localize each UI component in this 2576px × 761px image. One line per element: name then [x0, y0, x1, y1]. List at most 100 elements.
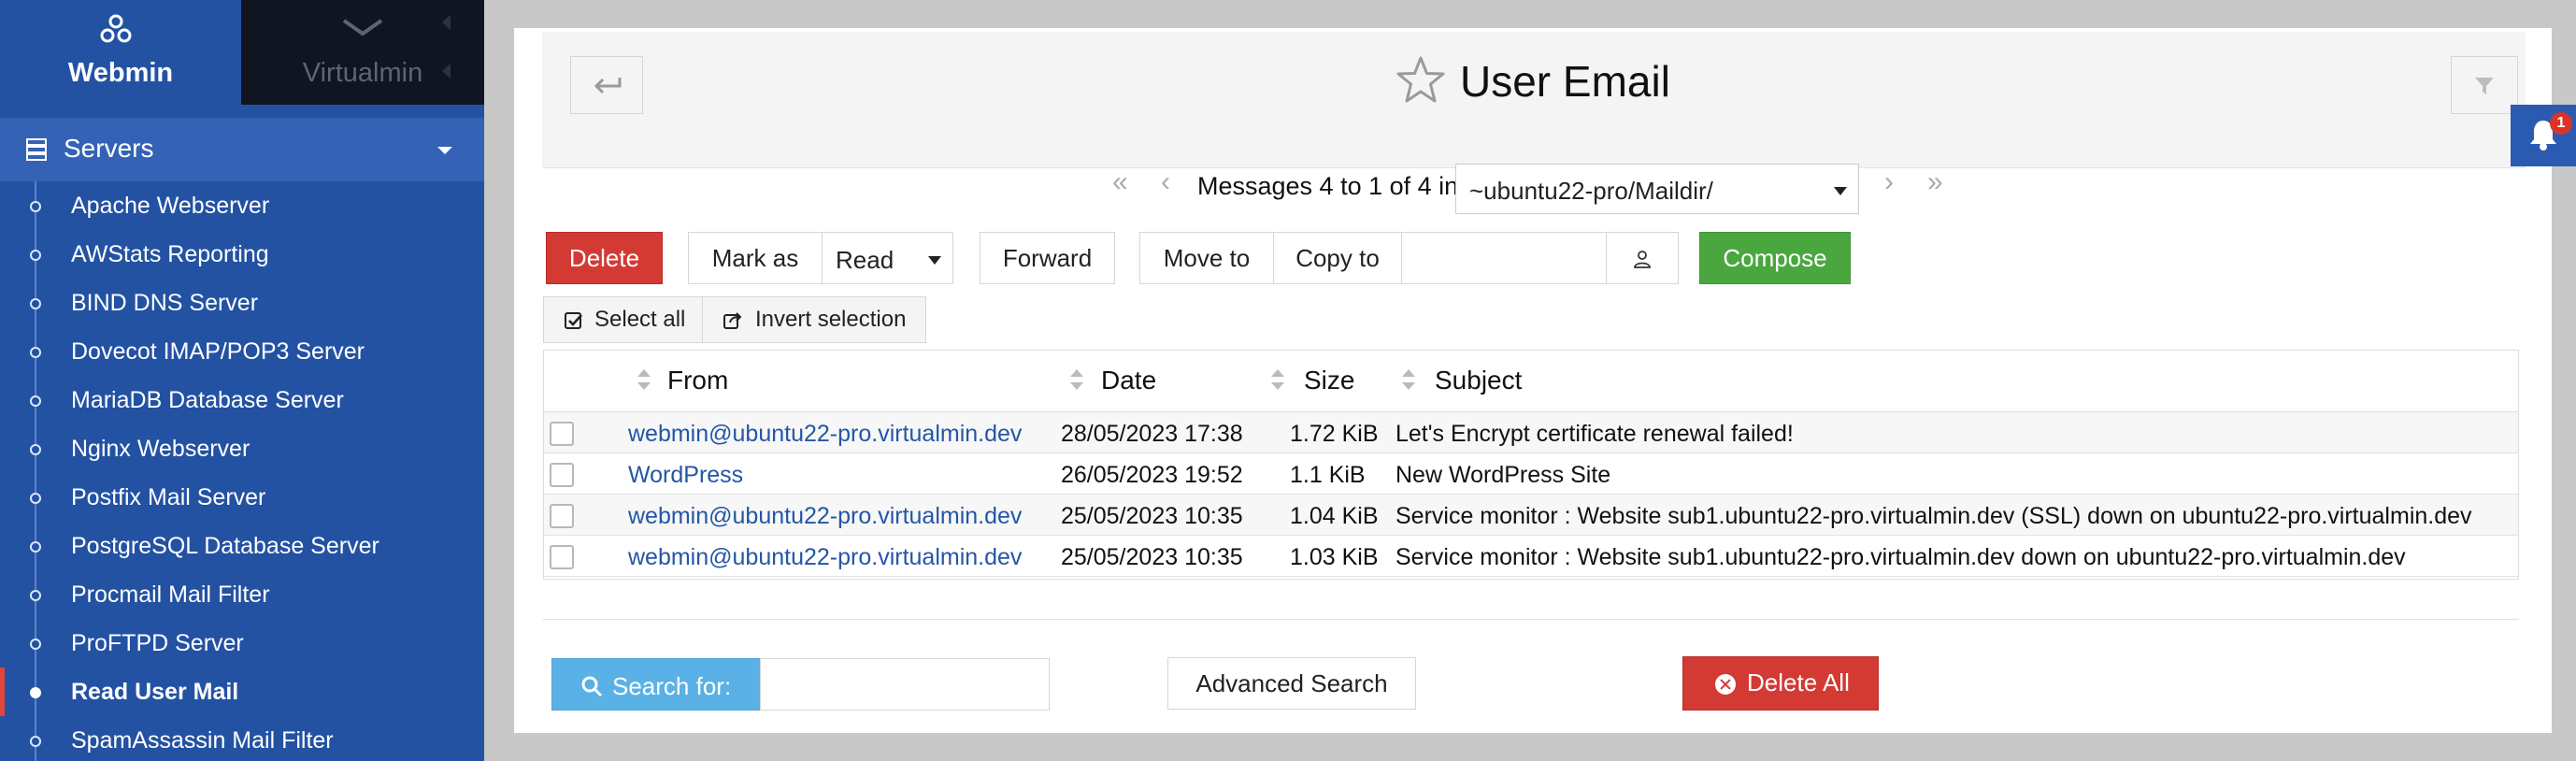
sidebar-item-label: Procmail Mail Filter	[71, 582, 270, 608]
table-row[interactable]: webmin@ubuntu22-pro.virtualmin.dev 28/05/…	[544, 412, 2518, 453]
sidebar-item[interactable]: PostgreSQL Database Server	[0, 522, 484, 570]
notification-count-badge: 1	[2550, 112, 2572, 135]
favorite-star-icon[interactable]	[1395, 54, 1447, 107]
row-checkbox[interactable]	[550, 504, 574, 528]
bullet-icon	[30, 687, 41, 698]
bullet-icon	[30, 493, 41, 504]
sidebar-section-servers[interactable]: Servers	[0, 118, 484, 181]
row-checkbox[interactable]	[550, 545, 574, 569]
product-switcher: Webmin Virtualmin	[0, 0, 484, 105]
row-checkbox[interactable]	[550, 463, 574, 487]
search-for-button[interactable]: Search for:	[551, 658, 761, 711]
date-cell: 25/05/2023 10:35	[1061, 544, 1243, 570]
bullet-icon	[30, 298, 41, 309]
bullet-icon	[30, 541, 41, 553]
mark-as-button[interactable]: Mark as	[688, 232, 823, 284]
date-cell: 26/05/2023 19:52	[1061, 462, 1243, 488]
choose-user-button[interactable]	[1606, 232, 1679, 284]
column-header-size[interactable]: Size	[1304, 366, 1354, 395]
previous-page-icon[interactable]: ‹	[1161, 166, 1170, 198]
sidebar-item[interactable]: Procmail Mail Filter	[0, 570, 484, 619]
bullet-icon	[30, 201, 41, 212]
sidebar-item-label: Apache Webserver	[71, 193, 270, 219]
table-header: From Date Size Subject	[544, 351, 2518, 412]
from-link[interactable]: webmin@ubuntu22-pro.virtualmin.dev	[628, 544, 1022, 571]
tab-webmin-label: Webmin	[67, 58, 174, 88]
subject-cell[interactable]: Service monitor : Website sub1.ubuntu22-…	[1395, 544, 2406, 571]
table-row[interactable]: WordPress 26/05/2023 19:52 1.1 KiB New Word…	[544, 453, 2518, 495]
column-header-subject[interactable]: Subject	[1435, 366, 1522, 395]
return-arrow-icon	[594, 78, 622, 94]
dropdown-arrow-icon	[928, 256, 941, 265]
sidebar-item[interactable]: BIND DNS Server	[0, 279, 484, 327]
sidebar-menu: Apache Webserver AWStats Reporting BIND DN…	[0, 181, 484, 761]
notifications-button[interactable]: 1	[2511, 105, 2576, 166]
tab-virtualmin[interactable]: Virtualmin	[241, 0, 484, 105]
sort-icon[interactable]	[1070, 367, 1083, 394]
sidebar-item[interactable]: Read User Mail	[0, 668, 484, 716]
from-link[interactable]: webmin@ubuntu22-pro.virtualmin.dev	[628, 503, 1022, 530]
from-link[interactable]: WordPress	[628, 462, 743, 489]
sort-icon[interactable]	[1402, 367, 1415, 394]
select-all-label: Select all	[594, 307, 686, 332]
sidebar-item[interactable]: Postfix Mail Server	[0, 473, 484, 522]
bullet-icon	[30, 347, 41, 358]
delete-all-label: Delete All	[1747, 668, 1850, 696]
table-row[interactable]: webmin@ubuntu22-pro.virtualmin.dev 25/05/…	[544, 536, 2518, 577]
folder-select[interactable]: ~ubuntu22-pro/Maildir/	[1455, 164, 1859, 214]
virtualmin-logo-icon	[342, 19, 383, 36]
sidebar-item[interactable]: SpamAssassin Mail Filter	[0, 716, 484, 761]
advanced-search-button[interactable]: Advanced Search	[1167, 657, 1416, 710]
sidebar-item-label: ProFTPD Server	[71, 630, 244, 656]
sort-icon[interactable]	[637, 367, 651, 394]
title-bar: User Email	[542, 32, 2526, 168]
sidebar-item[interactable]: Apache Webserver	[0, 181, 484, 230]
subject-cell[interactable]: Service monitor : Website sub1.ubuntu22-…	[1395, 503, 2472, 530]
delete-button[interactable]: Delete	[546, 232, 663, 284]
column-header-date[interactable]: Date	[1101, 366, 1156, 395]
bullet-icon	[30, 590, 41, 601]
sidebar-item[interactable]: MariaDB Database Server	[0, 376, 484, 424]
delete-all-button[interactable]: Delete All	[1682, 656, 1879, 711]
first-page-icon[interactable]: «	[1112, 166, 1128, 198]
share-square-icon	[723, 312, 742, 329]
back-button[interactable]	[570, 56, 643, 114]
sort-icon[interactable]	[1271, 367, 1284, 394]
select-all-button[interactable]: Select all	[543, 296, 703, 343]
tab-webmin[interactable]: Webmin	[0, 0, 241, 105]
move-to-button[interactable]: Move to	[1139, 232, 1274, 284]
last-page-icon[interactable]: »	[1927, 166, 1943, 198]
search-input[interactable]	[760, 658, 1050, 711]
sidebar-item[interactable]: ProFTPD Server	[0, 619, 484, 668]
mark-as-select[interactable]: Read	[822, 232, 953, 284]
from-link[interactable]: webmin@ubuntu22-pro.virtualmin.dev	[628, 421, 1022, 448]
checkbox-checked-icon	[565, 312, 582, 329]
destination-input[interactable]	[1401, 232, 1607, 284]
bullet-icon	[30, 250, 41, 261]
sidebar-item-label: BIND DNS Server	[71, 290, 259, 316]
sidebar-item[interactable]: Dovecot IMAP/POP3 Server	[0, 327, 484, 376]
filter-button[interactable]	[2451, 56, 2518, 114]
sidebar-item[interactable]: Nginx Webserver	[0, 424, 484, 473]
sidebar-item[interactable]: AWStats Reporting	[0, 230, 484, 279]
invert-selection-label: Invert selection	[755, 307, 907, 332]
sidebar-item-label: AWStats Reporting	[71, 241, 269, 267]
subject-cell[interactable]: Let's Encrypt certificate renewal failed…	[1395, 421, 1794, 448]
invert-selection-button[interactable]: Invert selection	[702, 296, 926, 343]
active-indicator	[0, 668, 5, 716]
folder-select-value: ~ubuntu22-pro/Maildir/	[1469, 177, 1713, 205]
next-page-icon[interactable]: ›	[1884, 166, 1894, 198]
search-icon	[581, 676, 603, 697]
collapse-arrow-icon	[442, 15, 451, 30]
sidebar-item-label: PostgreSQL Database Server	[71, 533, 379, 559]
forward-button[interactable]: Forward	[980, 232, 1115, 284]
column-header-from[interactable]: From	[667, 366, 728, 395]
table-row[interactable]: webmin@ubuntu22-pro.virtualmin.dev 25/05/…	[544, 495, 2518, 536]
bullet-icon	[30, 736, 41, 747]
compose-button[interactable]: Compose	[1699, 232, 1851, 284]
webmin-logo-icon	[100, 14, 132, 43]
row-checkbox[interactable]	[550, 422, 574, 446]
times-circle-icon	[1715, 674, 1736, 695]
subject-cell[interactable]: New WordPress Site	[1395, 462, 1610, 489]
copy-to-button[interactable]: Copy to	[1273, 232, 1402, 284]
